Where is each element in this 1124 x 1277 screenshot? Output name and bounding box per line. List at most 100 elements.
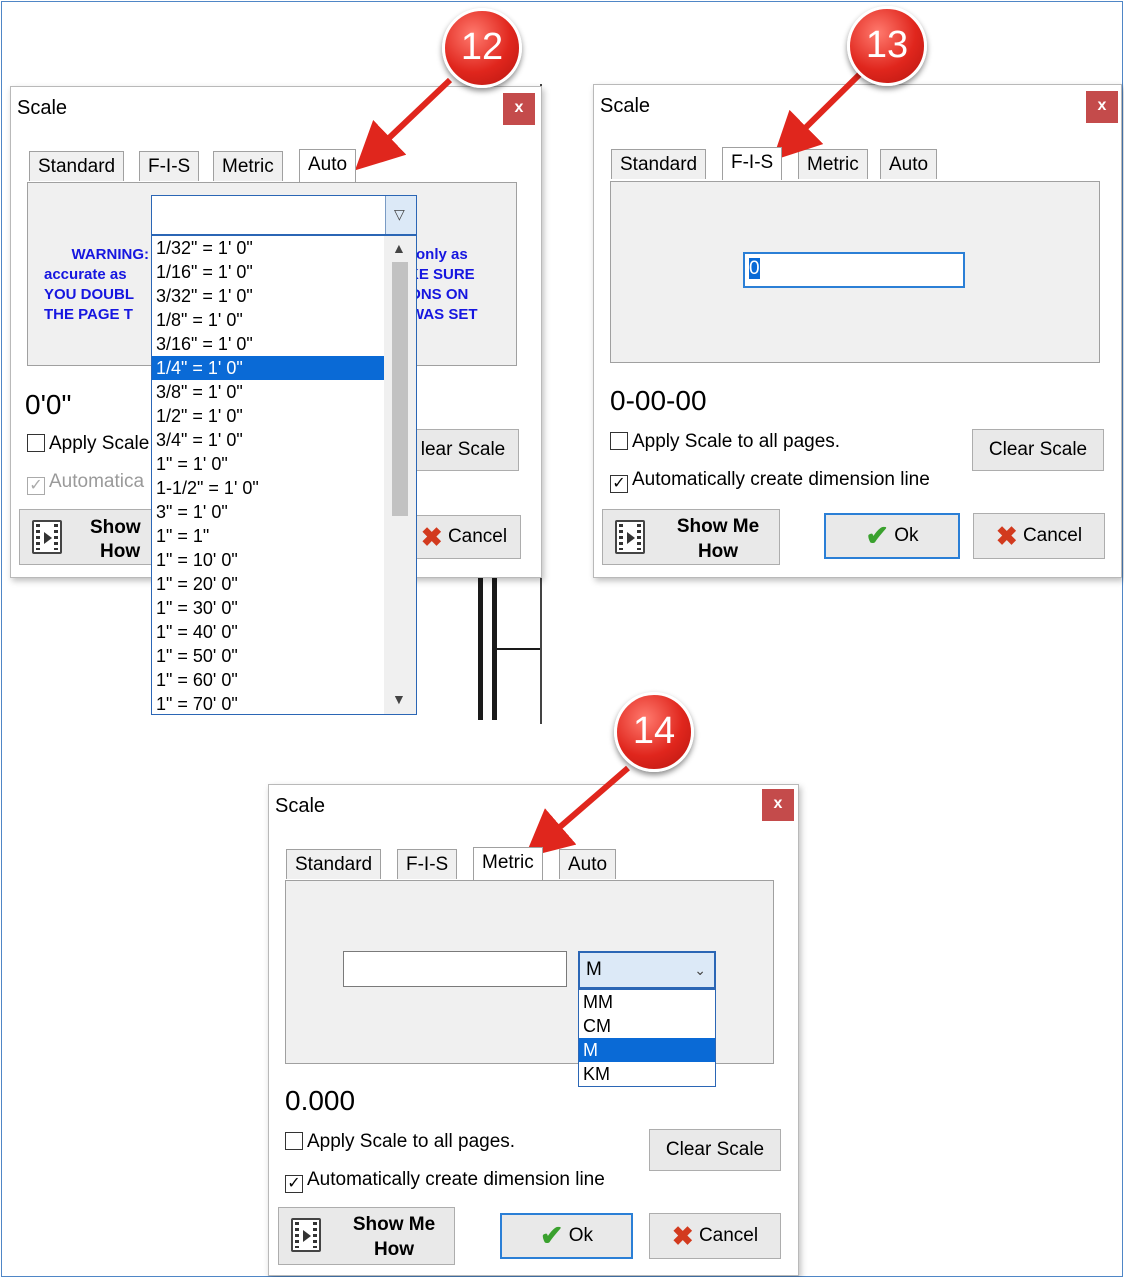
dropdown-option[interactable]: 1" = 10' 0" — [152, 548, 384, 572]
checkbox-box[interactable]: ✓ — [610, 475, 628, 493]
clear-scale-button[interactable]: Clear Scale — [972, 429, 1104, 471]
dialog-title: Scale — [275, 795, 326, 817]
auto-scale-dropdown-list[interactable]: 1/32" = 1' 0" 1/16" = 1' 0" 3/32" = 1' 0" 1… — [151, 235, 417, 715]
auto-dimension-checkbox[interactable]: ✓ Automatica — [27, 471, 144, 495]
video-icon — [32, 520, 62, 554]
scroll-down-icon[interactable]: ▼ — [392, 691, 406, 707]
chevron-down-icon: ▽ — [394, 206, 405, 222]
unit-selected-value: M — [586, 959, 602, 980]
unit-dropdown-list[interactable]: MM CM M KM — [578, 989, 716, 1087]
tab-fis[interactable]: F-I-S — [397, 849, 458, 879]
unit-option[interactable]: KM — [579, 1062, 715, 1086]
dropdown-option[interactable]: 3/16" = 1' 0" — [152, 332, 384, 356]
auto-dimension-checkbox[interactable]: ✓ Automatically create dimension line — [285, 1169, 605, 1193]
dropdown-option[interactable]: 1/16" = 1' 0" — [152, 260, 384, 284]
dropdown-option[interactable]: 1-1/2" = 1' 0" — [152, 476, 384, 500]
warning-text-left: WARNING: — [71, 246, 150, 263]
tab-standard[interactable]: Standard — [286, 849, 382, 879]
auto-scale-combo[interactable]: ▽ — [151, 195, 417, 235]
dropdown-option[interactable]: 1" = 60' 0" — [152, 668, 384, 692]
tab-fis[interactable]: F-I-S — [722, 147, 783, 180]
tab-metric[interactable]: Metric — [213, 151, 283, 181]
tab-fis[interactable]: F-I-S — [139, 151, 200, 181]
auto-dimension-checkbox[interactable]: ✓ Automatically create dimension line — [610, 469, 930, 493]
scroll-thumb[interactable] — [392, 262, 408, 516]
cancel-label: Cancel — [447, 526, 508, 548]
checkbox-box[interactable]: ✓ — [27, 477, 45, 495]
options-container: 1/32" = 1' 0" 1/16" = 1' 0" 3/32" = 1' 0" 1… — [152, 236, 384, 714]
checkbox-label: Automatica — [49, 471, 145, 492]
dropdown-option[interactable]: 1" = 30' 0" — [152, 596, 384, 620]
video-icon — [291, 1218, 321, 1252]
scale-value: 0'0" — [25, 389, 72, 420]
show-me-how-label: Show Me How — [676, 516, 760, 562]
scroll-up-icon[interactable]: ▲ — [392, 240, 406, 256]
dropdown-option[interactable]: 1" = 1' 0" — [152, 452, 384, 476]
show-me-how-button[interactable]: Show How — [19, 509, 169, 565]
cancel-x-icon: ✖ — [995, 521, 1018, 551]
dropdown-option[interactable]: 3/8" = 1' 0" — [152, 380, 384, 404]
tab-auto[interactable]: Auto — [880, 149, 938, 179]
unit-select[interactable]: M ⌄ — [578, 951, 716, 989]
cancel-button[interactable]: ✖ Cancel — [649, 1213, 781, 1259]
close-button[interactable]: x — [762, 789, 794, 821]
cancel-button[interactable]: ✖ Cancel — [973, 513, 1105, 559]
ok-label: Ok — [894, 525, 919, 547]
scale-value: 0.000 — [285, 1085, 356, 1116]
cancel-button[interactable]: ✖ Cancel — [407, 515, 521, 559]
tab-auto[interactable]: Auto — [299, 149, 357, 182]
combo-button[interactable]: ▽ — [385, 196, 416, 234]
tab-auto[interactable]: Auto — [559, 849, 617, 879]
apply-all-pages-checkbox[interactable]: Apply Scale to all pages. — [610, 431, 840, 453]
show-me-how-button[interactable]: Show Me How — [602, 509, 780, 565]
dropdown-option[interactable]: 1" = 50' 0" — [152, 644, 384, 668]
unit-option[interactable]: MM — [579, 990, 715, 1014]
scrollbar[interactable]: ▲ ▼ — [384, 236, 416, 714]
background-drawing-line — [478, 575, 483, 720]
scale-dialog-auto: Scale x Standard F-I-S Metric Auto WARNI… — [10, 86, 542, 715]
background-drawing-line — [497, 648, 541, 650]
chevron-down-icon: ⌄ — [694, 962, 706, 978]
tab-standard[interactable]: Standard — [29, 151, 125, 181]
dropdown-option[interactable]: 1" = 70' 0" — [152, 692, 384, 714]
ok-button[interactable]: ✔ Ok — [500, 1213, 633, 1259]
checkbox-box[interactable] — [610, 432, 628, 450]
step-badge-13: 13 — [847, 6, 927, 86]
unit-option[interactable]: CM — [579, 1014, 715, 1038]
show-me-how-label: Show Me How — [352, 1214, 436, 1260]
dropdown-option[interactable]: 3" = 1' 0" — [152, 500, 384, 524]
clear-scale-button[interactable]: Clear Scale — [649, 1129, 781, 1171]
dropdown-option[interactable]: 3/32" = 1' 0" — [152, 284, 384, 308]
scale-dialog-fis: Scale x Standard F-I-S Metric Auto 0 0-0… — [593, 84, 1122, 578]
clear-scale-button[interactable]: lear Scale — [407, 429, 519, 471]
checkbox-box[interactable] — [285, 1132, 303, 1150]
tab-standard[interactable]: Standard — [611, 149, 707, 179]
show-me-how-button[interactable]: Show Me How — [278, 1207, 455, 1265]
dropdown-option[interactable]: 1" = 1" — [152, 524, 384, 548]
input-text: 0 — [749, 258, 760, 279]
dropdown-option[interactable]: 1" = 40' 0" — [152, 620, 384, 644]
apply-all-pages-checkbox[interactable]: Apply Scale — [27, 433, 149, 455]
checkbox-box[interactable] — [27, 434, 45, 452]
close-button[interactable]: x — [503, 93, 535, 125]
dropdown-option[interactable]: 1/2" = 1' 0" — [152, 404, 384, 428]
dialog-title: Scale — [17, 97, 68, 119]
options-container: MM CM M KM — [579, 990, 715, 1086]
checkbox-box[interactable]: ✓ — [285, 1175, 303, 1193]
dropdown-option[interactable]: 1/8" = 1' 0" — [152, 308, 384, 332]
tab-metric[interactable]: Metric — [473, 847, 543, 880]
tab-metric[interactable]: Metric — [798, 149, 868, 179]
ok-button[interactable]: ✔ Ok — [824, 513, 960, 559]
apply-all-pages-checkbox[interactable]: Apply Scale to all pages. — [285, 1131, 515, 1153]
dropdown-option[interactable]: 1/4" = 1' 0" — [152, 356, 384, 380]
close-button[interactable]: x — [1086, 91, 1118, 123]
clear-scale-label: Clear Scale — [988, 439, 1088, 460]
dropdown-option[interactable]: 1" = 20' 0" — [152, 572, 384, 596]
warning-text-right: only as KE SURE DNS ON WAS SET — [408, 246, 478, 323]
fis-input[interactable]: 0 — [743, 252, 965, 288]
dropdown-option[interactable]: 3/4" = 1' 0" — [152, 428, 384, 452]
dropdown-option[interactable]: 1/32" = 1' 0" — [152, 236, 384, 260]
unit-option[interactable]: M — [579, 1038, 715, 1062]
checkbox-label: Apply Scale — [49, 433, 150, 454]
metric-value-input[interactable] — [343, 951, 567, 987]
